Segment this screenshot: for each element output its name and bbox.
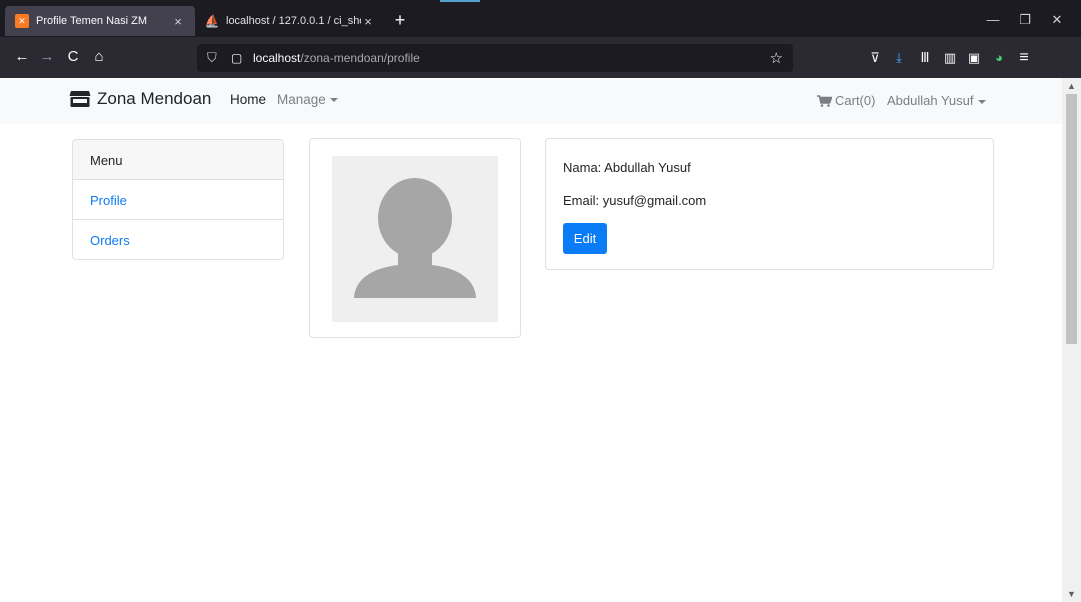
tab-title: localhost / 127.0.0.1 / ci_shop / bbox=[226, 15, 361, 27]
bookmark-star-icon[interactable]: ☆ bbox=[770, 49, 783, 67]
back-button[interactable]: ← bbox=[12, 47, 32, 67]
forward-button[interactable]: → bbox=[37, 47, 57, 67]
page-icon[interactable]: ▢ bbox=[231, 51, 247, 65]
url-host: localhost bbox=[253, 51, 301, 65]
tab-phpmyadmin[interactable]: ⛵ localhost / 127.0.0.1 / ci_shop / × bbox=[195, 6, 385, 36]
user-name: Abdullah Yusuf bbox=[887, 93, 974, 108]
sidebar-menu: Menu Profile Orders bbox=[72, 139, 284, 260]
minimize-button[interactable]: — bbox=[978, 9, 1008, 31]
nav-cart-link[interactable]: Cart(0) bbox=[817, 93, 875, 108]
chevron-down-icon bbox=[977, 99, 986, 104]
brand-name: Zona Mendoan bbox=[97, 89, 212, 108]
profile-name: Nama: Abdullah Yusuf bbox=[563, 160, 691, 175]
extension-icon[interactable]: ▣ bbox=[963, 47, 985, 69]
menu-header: Menu bbox=[73, 140, 283, 180]
user-silhouette-icon bbox=[354, 178, 476, 298]
nav-home-link[interactable]: Home bbox=[230, 92, 266, 107]
nav-manage-dropdown[interactable]: Manage bbox=[277, 92, 338, 107]
library-icon[interactable]: Ⅲ bbox=[914, 47, 936, 69]
url-path: /zona-mendoan/profile bbox=[300, 51, 420, 65]
sidebar-item-orders[interactable]: Orders bbox=[73, 220, 283, 259]
shield-icon[interactable]: ⛉ bbox=[207, 50, 223, 66]
scroll-up-icon[interactable]: ▲ bbox=[1062, 78, 1081, 92]
user-dropdown[interactable]: Abdullah Yusuf bbox=[887, 93, 986, 108]
url-bar[interactable]: ⛉ ▢ localhost/zona-mendoan/profile ☆ bbox=[197, 44, 793, 72]
restore-button[interactable]: ❐ bbox=[1010, 9, 1040, 31]
new-tab-button[interactable]: + bbox=[388, 9, 412, 33]
site-brand[interactable]: Zona Mendoan bbox=[69, 89, 211, 109]
page-scrollbar[interactable]: ▲ ▼ bbox=[1062, 78, 1081, 602]
pocket-icon[interactable]: ⊽ bbox=[864, 47, 886, 69]
tab-accent-line bbox=[440, 0, 480, 2]
tab-title: Profile Temen Nasi ZM bbox=[36, 15, 148, 27]
cart-label: Cart(0) bbox=[835, 93, 876, 108]
nav-manage-label: Manage bbox=[277, 92, 326, 107]
app-menu-icon[interactable]: ≡ bbox=[1013, 47, 1035, 69]
profile-info-card: Nama: Abdullah Yusuf Email: yusuf@gmail.… bbox=[545, 138, 994, 270]
page-content: Zona Mendoan Home Manage Cart(0) Abdulla… bbox=[0, 78, 1062, 602]
tab-profile[interactable]: ✕ Profile Temen Nasi ZM × bbox=[5, 6, 195, 36]
sidebar-icon[interactable]: ▥ bbox=[939, 47, 961, 69]
edit-button[interactable]: Edit bbox=[563, 223, 607, 254]
reload-button[interactable]: C bbox=[63, 47, 83, 67]
profile-photo-card bbox=[309, 138, 521, 338]
sidebar-item-profile[interactable]: Profile bbox=[73, 180, 283, 220]
avatar bbox=[332, 156, 498, 322]
download-icon[interactable]: ⤓ bbox=[888, 47, 910, 69]
scroll-thumb[interactable] bbox=[1066, 94, 1077, 344]
browser-tab-bar: ✕ Profile Temen Nasi ZM × ⛵ localhost / … bbox=[0, 0, 1081, 37]
home-button[interactable]: ⌂ bbox=[89, 47, 109, 67]
tab-close-icon[interactable]: × bbox=[361, 14, 375, 29]
close-window-button[interactable]: ✕ bbox=[1042, 9, 1072, 31]
phpmyadmin-icon: ⛵ bbox=[204, 14, 220, 28]
cart-icon bbox=[817, 94, 832, 107]
store-icon bbox=[69, 91, 91, 107]
tab-close-icon[interactable]: × bbox=[171, 14, 185, 29]
xampp-icon: ✕ bbox=[15, 14, 29, 28]
chevron-down-icon bbox=[329, 98, 338, 103]
extension-profile-icon[interactable]: ◕ bbox=[988, 47, 1010, 69]
site-navbar: Zona Mendoan Home Manage Cart(0) Abdulla… bbox=[0, 78, 1062, 124]
profile-email: Email: yusuf@gmail.com bbox=[563, 193, 707, 208]
scroll-down-icon[interactable]: ▼ bbox=[1062, 588, 1081, 602]
